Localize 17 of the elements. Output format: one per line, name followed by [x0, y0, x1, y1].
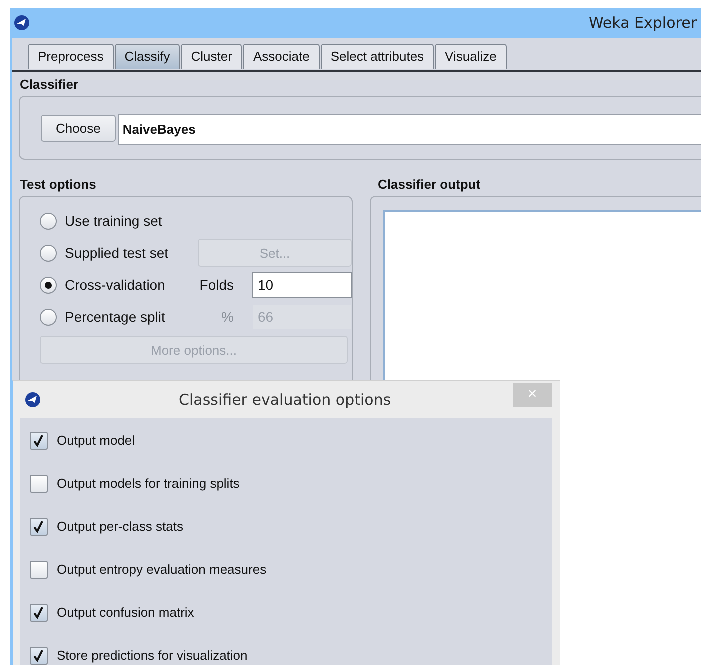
radio-label: Use training set [65, 213, 162, 229]
checkbox-label: Output model [57, 433, 136, 448]
checkbox-label: Store predictions for visualization [57, 648, 248, 663]
section-label: Test options [19, 176, 98, 194]
dialog-title: Classifier evaluation options [179, 390, 392, 408]
radio-label: Cross-validation [65, 277, 166, 293]
checkbox-label: Output entropy evaluation measures [57, 562, 267, 577]
field-label: % [222, 309, 234, 325]
checkbox-label: Output models for training splits [57, 476, 240, 491]
section-label: Classifier [19, 76, 80, 94]
window-title: Weka Explorer [588, 14, 697, 32]
section-label: Classifier output [377, 176, 482, 194]
radio-label: Supplied test set [65, 245, 169, 261]
field-label: Folds [200, 277, 234, 293]
checkbox-label: Output confusion matrix [57, 605, 194, 620]
radio-label: Percentage split [65, 309, 166, 325]
checkbox-label: Output per-class stats [57, 519, 184, 534]
